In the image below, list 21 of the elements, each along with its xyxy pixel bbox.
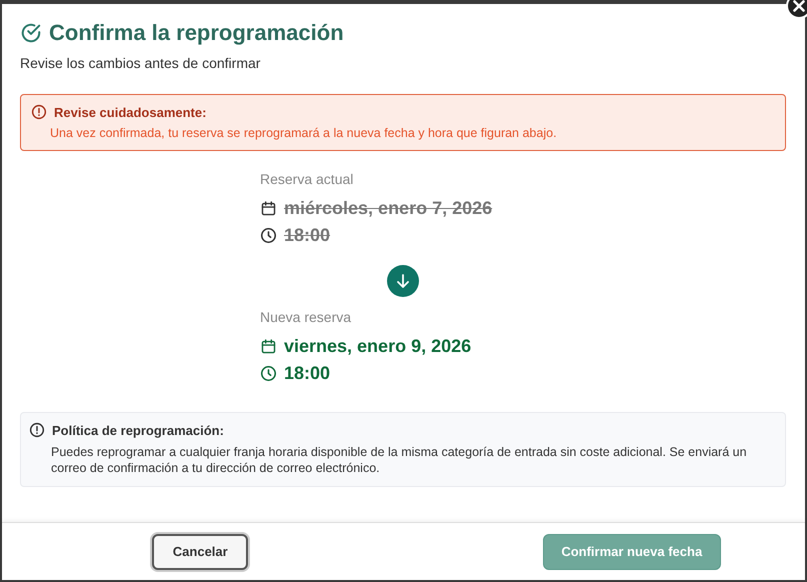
booking-date: viernes, enero 9, 2026 (284, 336, 472, 357)
dialog-subtitle: Revise los cambios antes de confirmar (20, 55, 262, 71)
clock-icon (260, 365, 277, 382)
cancel-button[interactable]: Cancelar (152, 534, 248, 570)
clock-icon (260, 227, 277, 244)
booking-date: miércoles, enero 7, 2026 (284, 198, 492, 219)
policy-text: Puedes reprogramar a cualquier franja horaria disponible de la misma categoría de entrada sin coste adicional. Se enviará un correo de confirmación a tu dirección de correo electrónico. (50, 444, 748, 476)
warning-title: Revise cuidadosamente: (54, 104, 206, 120)
info-icon (29, 422, 45, 438)
booking-label: Nueva reserva (260, 309, 352, 325)
dialog-title: Confirma la reprogramación (49, 20, 344, 46)
calendar-icon (260, 200, 277, 217)
check-circle-icon (20, 22, 42, 44)
policy-title: Política de reprogramación: (52, 422, 224, 438)
booking-time: 18:00 (284, 225, 330, 246)
warning-text: Una vez confirmada, tu reserva se reprogramará a la nueva fecha y hora que figuran abajo. (49, 126, 558, 140)
calendar-icon (260, 338, 277, 355)
booking-label: Reserva actual (260, 171, 354, 187)
booking-time: 18:00 (284, 363, 330, 384)
alert-icon (31, 104, 47, 120)
arrow-down-icon (387, 265, 419, 297)
